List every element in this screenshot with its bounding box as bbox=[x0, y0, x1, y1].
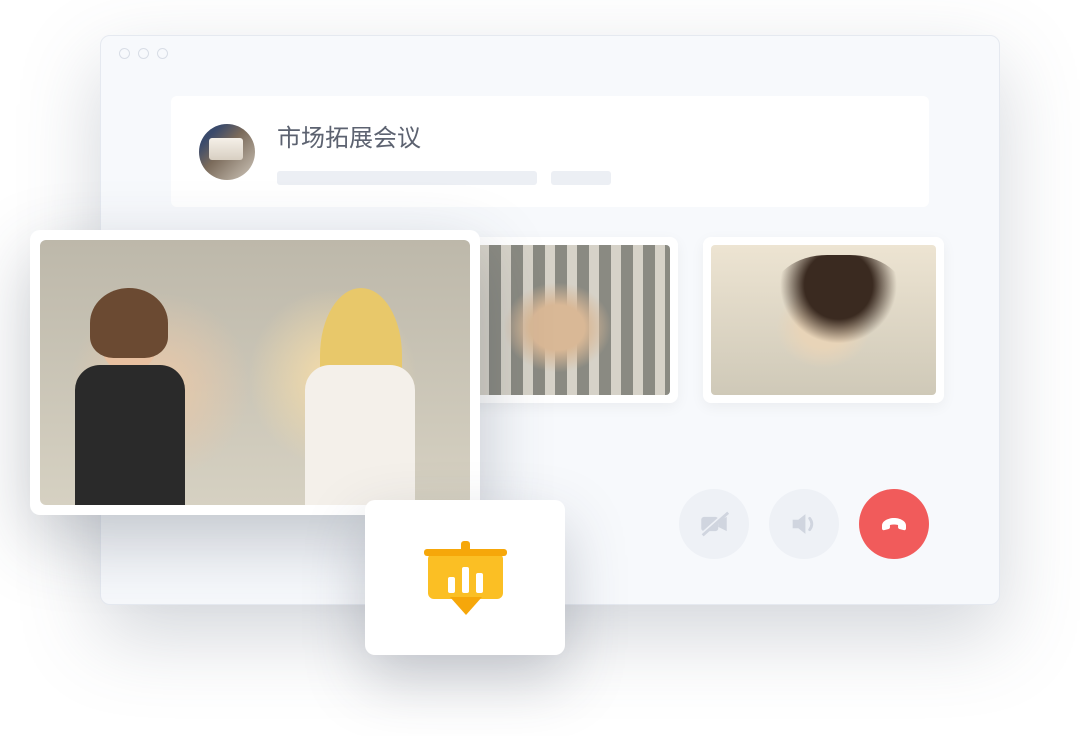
call-controls bbox=[679, 489, 929, 559]
person-figure bbox=[290, 290, 430, 505]
window-zoom-dot[interactable] bbox=[157, 48, 168, 59]
person-figure bbox=[60, 290, 200, 505]
active-speaker-video bbox=[40, 240, 470, 505]
skeleton-line bbox=[551, 171, 611, 185]
toggle-camera-button[interactable] bbox=[679, 489, 749, 559]
presentation-card[interactable] bbox=[365, 500, 565, 655]
window-minimize-dot[interactable] bbox=[138, 48, 149, 59]
meeting-header-card: 市场拓展会议 bbox=[171, 96, 929, 207]
hangup-button[interactable] bbox=[859, 489, 929, 559]
active-speaker-tile[interactable] bbox=[30, 230, 480, 515]
window-titlebar bbox=[101, 36, 999, 71]
window-close-dot[interactable] bbox=[119, 48, 130, 59]
meeting-title: 市场拓展会议 bbox=[277, 118, 901, 153]
meeting-subtitle-skeleton bbox=[277, 171, 901, 185]
participant-video bbox=[711, 245, 936, 395]
participant-tile[interactable] bbox=[703, 237, 944, 403]
presentation-board-icon bbox=[428, 543, 503, 613]
camera-off-icon bbox=[697, 507, 731, 541]
meeting-header-text: 市场拓展会议 bbox=[277, 118, 901, 185]
toggle-speaker-button[interactable] bbox=[769, 489, 839, 559]
skeleton-line bbox=[277, 171, 537, 185]
phone-hangup-icon bbox=[876, 506, 912, 542]
speaker-icon bbox=[787, 507, 821, 541]
meeting-avatar bbox=[199, 124, 255, 180]
